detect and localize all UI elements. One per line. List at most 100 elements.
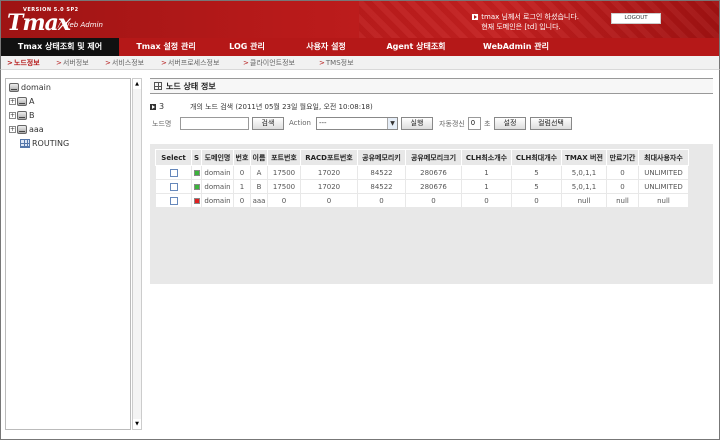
- server-icon: [17, 97, 27, 106]
- status-stopped-icon: [193, 197, 200, 204]
- node-tree: domain + A + B + aaa ROUTING: [5, 78, 131, 430]
- table-row[interactable]: domain 0 A 17500 17020 84522 280676 1 5 5,0,1,1 0 U…: [155, 165, 689, 180]
- table-cell: 0: [511, 193, 562, 208]
- table-row[interactable]: domain 0 aaa 0 0 0 0 0 0 null null null: [155, 193, 689, 208]
- table-cell: UNLIMITED: [638, 179, 689, 194]
- node-count: 3: [159, 102, 165, 111]
- domain-message: 현재 도메인은 [td] 입니다.: [481, 23, 561, 31]
- table-cell: 0: [233, 165, 251, 180]
- column-header[interactable]: TMAX 버전: [561, 149, 607, 166]
- nav-status-control[interactable]: Tmax 상태조회 및 제어: [1, 38, 119, 56]
- table-cell: 0: [233, 193, 251, 208]
- column-header[interactable]: RACD포트번호: [300, 149, 358, 166]
- row-select-checkbox[interactable]: [169, 196, 178, 205]
- arrow-bullet-icon: [472, 14, 479, 20]
- column-header[interactable]: CLH최대개수: [511, 149, 562, 166]
- nav-webadmin[interactable]: WebAdmin 관리: [461, 38, 571, 56]
- node-table-container: Select S 도메인명 번호 이름 포트번호 RACD포트번호 공유메모리키…: [150, 144, 713, 284]
- column-header[interactable]: 공유메모리크기: [405, 149, 462, 166]
- action-select[interactable]: --- ▼: [316, 117, 398, 130]
- tree-node-label: ROUTING: [32, 139, 70, 148]
- nav-user-settings[interactable]: 사용자 설정: [281, 38, 371, 56]
- tree-node-label: domain: [21, 83, 51, 92]
- action-selected-value: ---: [319, 119, 327, 127]
- column-header[interactable]: 공유메모리키: [357, 149, 406, 166]
- column-select-button[interactable]: 컬럼선택: [530, 117, 572, 130]
- scroll-down-icon[interactable]: ▼: [133, 419, 141, 429]
- table-cell: 0: [405, 193, 462, 208]
- table-cell: 1: [461, 179, 512, 194]
- column-header[interactable]: CLH최소개수: [461, 149, 512, 166]
- expand-icon[interactable]: +: [9, 98, 16, 105]
- table-cell: 0: [300, 193, 358, 208]
- subnav-service-info[interactable]: >서비스정보: [105, 56, 144, 70]
- tree-node-label: A: [29, 97, 35, 106]
- tree-node-routing[interactable]: ROUTING: [20, 138, 69, 150]
- table-cell: null: [561, 193, 607, 208]
- row-select-checkbox[interactable]: [169, 182, 178, 191]
- routing-grid-icon: [20, 139, 30, 148]
- nav-log[interactable]: LOG 관리: [213, 38, 281, 56]
- search-result-summary: 3 개의 노드 검색 (2011년 05월 23일 월요일, 오전 10:08:…: [150, 102, 373, 112]
- settings-button[interactable]: 설정: [494, 117, 526, 130]
- subnav-server-info[interactable]: >서버정보: [56, 56, 89, 70]
- tree-scrollbar[interactable]: ▲ ▼: [132, 78, 142, 430]
- section-title-bar: 노드 상태 정보: [150, 78, 713, 94]
- status-cell: [191, 193, 202, 208]
- table-cell: 1: [461, 165, 512, 180]
- column-header[interactable]: S: [191, 149, 202, 166]
- table-cell: 5: [511, 179, 562, 194]
- tree-node-aaa[interactable]: + aaa: [9, 124, 44, 136]
- node-tree-panel: domain + A + B + aaa ROUTING ▲ ▼: [0, 70, 145, 440]
- seconds-label: 초: [484, 120, 491, 128]
- table-cell: 84522: [357, 165, 406, 180]
- column-header[interactable]: 도메인명: [201, 149, 234, 166]
- table-cell: domain: [201, 179, 234, 194]
- nav-config[interactable]: Tmax 설정 관리: [119, 38, 213, 56]
- node-name-label: 노드명: [152, 120, 172, 128]
- column-header[interactable]: 만료기간: [606, 149, 639, 166]
- node-status-table: Select S 도메인명 번호 이름 포트번호 RACD포트번호 공유메모리키…: [155, 149, 689, 208]
- column-header[interactable]: 포트번호: [267, 149, 301, 166]
- expand-icon[interactable]: +: [9, 112, 16, 119]
- search-button[interactable]: 검색: [252, 117, 284, 130]
- table-cell: aaa: [250, 193, 268, 208]
- chevron-down-icon[interactable]: ▼: [387, 118, 397, 129]
- nav-agent-status[interactable]: Agent 상태조회: [371, 38, 461, 56]
- select-cell: [155, 165, 192, 180]
- subnav-node-info[interactable]: >노드정보: [7, 56, 40, 70]
- main-content: 노드 상태 정보 3 개의 노드 검색 (2011년 05월 23일 월요일, …: [145, 70, 720, 440]
- subnav-client-info[interactable]: >클라이언트정보: [243, 56, 295, 70]
- column-header[interactable]: Select: [155, 149, 192, 166]
- auto-refresh-input[interactable]: [468, 117, 481, 130]
- action-label: Action: [289, 119, 311, 127]
- tree-node-b[interactable]: + B: [9, 110, 35, 122]
- subnav-label: 서버프로세스정보: [167, 59, 220, 67]
- tree-node-label: aaa: [29, 125, 44, 134]
- table-cell: null: [638, 193, 689, 208]
- subnav-tms-info[interactable]: >TMS정보: [319, 56, 354, 70]
- column-header[interactable]: 번호: [233, 149, 251, 166]
- column-header[interactable]: 이름: [250, 149, 268, 166]
- logout-button[interactable]: LOGOUT: [611, 13, 661, 24]
- tree-node-a[interactable]: + A: [9, 96, 34, 108]
- node-name-input[interactable]: [180, 117, 249, 130]
- table-cell: 0: [606, 165, 639, 180]
- tree-root-domain[interactable]: domain: [9, 82, 51, 94]
- expand-icon[interactable]: +: [9, 126, 16, 133]
- table-cell: 5,0,1,1: [561, 165, 607, 180]
- table-row[interactable]: domain 1 B 17500 17020 84522 280676 1 5 5,0,1,1 0 U…: [155, 179, 689, 194]
- scroll-up-icon[interactable]: ▲: [133, 79, 141, 89]
- table-cell: 17500: [267, 179, 301, 194]
- subnav-server-process-info[interactable]: >서버프로세스정보: [161, 56, 219, 70]
- table-cell: 280676: [405, 165, 462, 180]
- table-cell: B: [250, 179, 268, 194]
- table-cell: 5: [511, 165, 562, 180]
- server-icon: [9, 83, 19, 92]
- status-running-icon: [193, 183, 200, 190]
- column-header[interactable]: 최대사용자수: [638, 149, 689, 166]
- select-cell: [155, 193, 192, 208]
- select-cell: [155, 179, 192, 194]
- run-button[interactable]: 실행: [401, 117, 433, 130]
- row-select-checkbox[interactable]: [169, 168, 178, 177]
